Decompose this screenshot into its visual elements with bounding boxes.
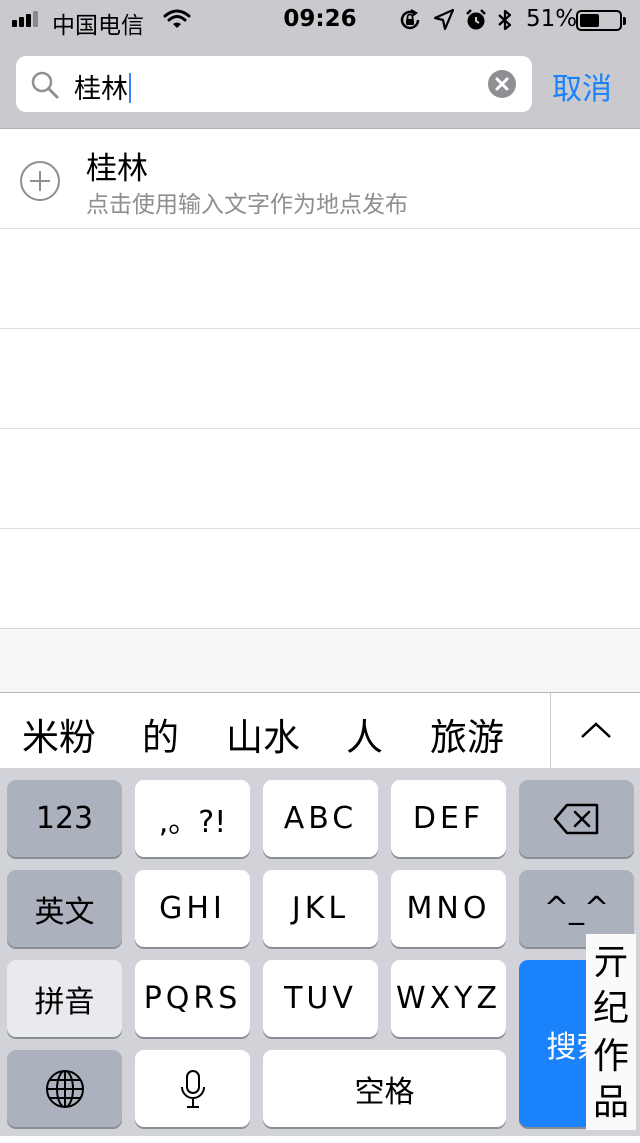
globe-icon[interactable] bbox=[7, 1050, 122, 1127]
result-list: 桂林 点击使用输入文字作为地点发布 bbox=[0, 129, 640, 629]
clear-icon[interactable] bbox=[488, 70, 516, 98]
key-ghi[interactable]: GHI bbox=[135, 870, 250, 947]
status-bar: 中国电信 09:26 51% bbox=[0, 0, 640, 40]
list-item-subtitle: 点击使用输入文字作为地点发布 bbox=[86, 192, 408, 218]
key-wxyz[interactable]: WXYZ bbox=[391, 960, 506, 1037]
keyboard: 123 ,。?! ABC DEF 英文 GHI JKL MNO ^_^ 拼音 P… bbox=[0, 768, 640, 1136]
search-header: 桂林 取消 bbox=[0, 40, 640, 129]
list-item-title: 桂林 bbox=[86, 151, 148, 187]
bluetooth-icon bbox=[497, 8, 513, 36]
candidate-word[interactable]: 的 bbox=[142, 707, 179, 761]
microphone-icon[interactable] bbox=[135, 1050, 250, 1127]
empty-row bbox=[0, 229, 640, 329]
key-english[interactable]: 英文 bbox=[7, 870, 122, 947]
search-icon bbox=[30, 70, 60, 104]
alarm-icon bbox=[464, 8, 488, 36]
battery-icon bbox=[576, 10, 626, 31]
empty-row bbox=[0, 329, 640, 429]
candidate-bar: 米粉 的 山水 人 旅游 bbox=[0, 692, 640, 769]
candidate-word[interactable]: 人 bbox=[346, 707, 383, 761]
candidate-word[interactable]: 米粉 bbox=[22, 707, 96, 761]
candidate-word[interactable]: 旅游 bbox=[430, 707, 504, 761]
key-jkl[interactable]: JKL bbox=[263, 870, 378, 947]
key-pqrs[interactable]: PQRS bbox=[135, 960, 250, 1037]
candidate-list: 米粉 的 山水 人 旅游 bbox=[0, 693, 550, 769]
empty-row bbox=[0, 429, 640, 529]
list-item[interactable]: 桂林 点击使用输入文字作为地点发布 bbox=[0, 129, 640, 229]
key-punctuation[interactable]: ,。?! bbox=[135, 780, 250, 857]
search-query: 桂林 bbox=[74, 74, 128, 105]
search-input[interactable]: 桂林 bbox=[16, 56, 532, 112]
chevron-up-icon[interactable] bbox=[550, 693, 640, 769]
empty-row bbox=[0, 529, 640, 629]
seal-stamp: 亓 纪 作 品 bbox=[586, 934, 636, 1130]
cancel-button[interactable]: 取消 bbox=[552, 64, 612, 108]
text-caret bbox=[129, 73, 131, 103]
keyboard-accessory-bar bbox=[0, 628, 640, 693]
svg-text:品: 品 bbox=[593, 1082, 629, 1123]
search-input-text[interactable]: 桂林 bbox=[74, 67, 131, 106]
add-circle-icon bbox=[19, 160, 61, 206]
battery-percent: 51% bbox=[526, 6, 578, 32]
key-tuv[interactable]: TUV bbox=[263, 960, 378, 1037]
key-123[interactable]: 123 bbox=[7, 780, 122, 857]
candidate-word[interactable]: 山水 bbox=[226, 707, 300, 761]
key-pinyin[interactable]: 拼音 bbox=[7, 960, 122, 1037]
location-icon bbox=[433, 8, 455, 36]
delete-icon[interactable] bbox=[519, 780, 634, 857]
key-abc[interactable]: ABC bbox=[263, 780, 378, 857]
orientation-lock-icon bbox=[398, 8, 422, 36]
key-mno[interactable]: MNO bbox=[391, 870, 506, 947]
svg-text:作: 作 bbox=[593, 1036, 629, 1077]
svg-text:纪: 纪 bbox=[593, 988, 629, 1029]
space-key[interactable]: 空格 bbox=[263, 1050, 506, 1127]
svg-text:亓: 亓 bbox=[593, 942, 629, 983]
key-def[interactable]: DEF bbox=[391, 780, 506, 857]
battery-level bbox=[580, 14, 600, 27]
